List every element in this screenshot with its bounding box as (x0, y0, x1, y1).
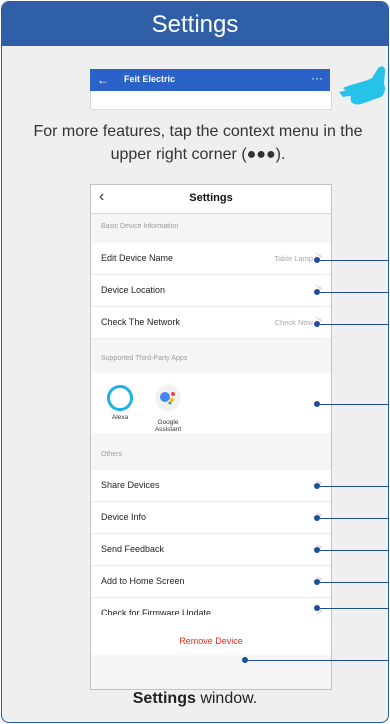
app-bar-content (90, 91, 332, 110)
alexa-app[interactable]: Alexa (95, 385, 145, 421)
row-add-to-home-screen[interactable]: Add to Home Screen > (91, 566, 331, 598)
more-menu-button[interactable]: ··· (311, 71, 323, 85)
figure-header: Settings (2, 2, 388, 46)
row-send-feedback[interactable]: Send Feedback > (91, 534, 331, 566)
row-share-devices[interactable]: Share Devices > (91, 470, 331, 502)
callout-line (320, 292, 388, 293)
row-device-location[interactable]: Device Location > (91, 275, 331, 307)
app-bar-title: Feit Electric (124, 74, 176, 84)
alexa-icon (107, 385, 133, 411)
settings-screen: ‹ Settings Basic Device Information Edit… (90, 184, 332, 690)
callout-line (320, 608, 388, 609)
callout-line (320, 582, 388, 583)
figure-caption: Settings window. (132, 690, 258, 707)
row-edit-device-name[interactable]: Edit Device Name Table Lamp > (91, 243, 331, 275)
arrow-left-icon[interactable]: ← (97, 72, 109, 88)
callout-line (320, 404, 388, 405)
google-assistant-icon (155, 385, 181, 411)
row-check-network[interactable]: Check The Network Check Now > (91, 307, 331, 339)
callout-line (320, 486, 388, 487)
settings-figure-frame: Settings ← Feit Electric ··· For more fe… (1, 1, 389, 723)
settings-title: Settings (189, 192, 233, 204)
row-device-info[interactable]: Device Info > (91, 502, 331, 534)
remove-device-button[interactable]: Remove Device (91, 615, 331, 655)
google-assistant-app[interactable]: Google Assistant (143, 385, 193, 433)
callout-line (320, 550, 388, 551)
callout-line (248, 660, 388, 661)
app-bar: ← Feit Electric ··· (90, 69, 330, 91)
callout-line (320, 324, 388, 325)
settings-top-bar: ‹ Settings (91, 185, 331, 214)
callout-line (320, 518, 388, 519)
third-party-apps: Alexa Google Assistant (91, 373, 331, 433)
pointing-hand-icon (339, 66, 386, 105)
hint-text: For more features, tap the context menu … (33, 123, 363, 163)
callout-line (320, 260, 388, 261)
